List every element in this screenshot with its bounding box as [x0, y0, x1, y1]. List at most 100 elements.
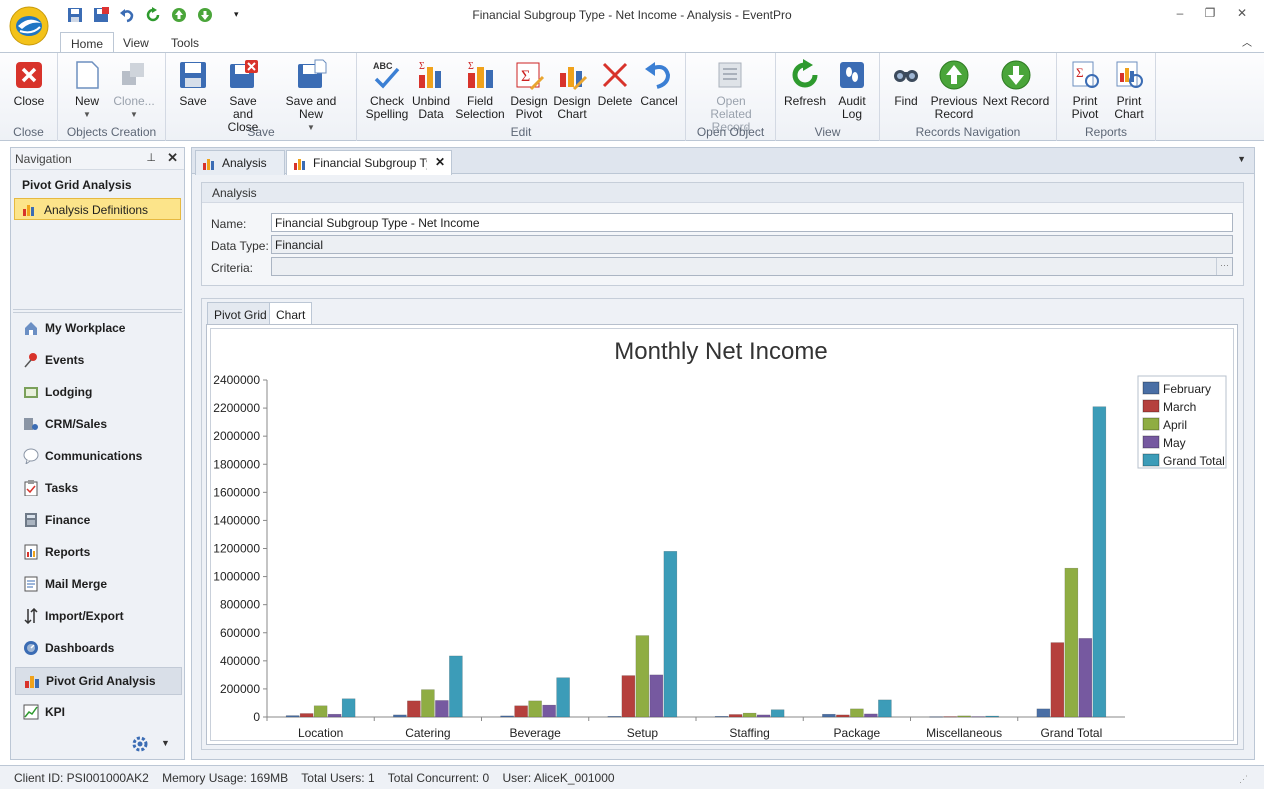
collapse-ribbon-icon[interactable]: ︿	[1242, 34, 1252, 49]
module-reports[interactable]: Reports	[15, 539, 182, 567]
next-record-button[interactable]: Next Record	[982, 57, 1050, 108]
module-lodging[interactable]: Lodging	[15, 379, 182, 407]
module-tasks[interactable]: Tasks	[15, 475, 182, 503]
audit-log-button[interactable]: Audit Log	[832, 57, 872, 121]
ribbon-tab-bar: Home View Tools ︿	[0, 30, 1264, 53]
speech-bubble-icon	[23, 448, 39, 464]
close-window-button[interactable]: ✕	[1232, 6, 1252, 24]
module-label: Events	[45, 353, 85, 367]
field-selection-button[interactable]: Σ Field Selection	[455, 57, 505, 121]
clipboard-icon	[24, 480, 38, 496]
tab-chart[interactable]: Chart	[269, 302, 313, 325]
bar	[607, 716, 622, 718]
group-label-records-navigation: Records Navigation	[915, 125, 1021, 139]
doc-tab-financial-subgroup[interactable]: Financial Subgroup Type ✕	[286, 150, 452, 175]
module-pivot-grid-analysis[interactable]: Pivot Grid Analysis	[15, 667, 182, 695]
group-label-objects-creation: Objects Creation	[66, 125, 157, 139]
unbind-data-button[interactable]: Σ Unbind Data	[411, 57, 451, 121]
pin-icon[interactable]: ⊥	[146, 151, 156, 164]
bar	[435, 700, 449, 718]
ribbon-group-save: Save Save and Close Save and New ▼ Save	[166, 53, 357, 141]
criteria-ellipsis-button[interactable]: ···	[1216, 258, 1232, 275]
design-pivot-icon: Σ	[513, 59, 545, 91]
close-tab-icon[interactable]: ✕	[435, 155, 445, 169]
navigation-pane: Navigation ⊥ ✕ Pivot Grid Analysis Analy…	[10, 147, 185, 760]
module-import-export[interactable]: Import/Export	[15, 603, 182, 631]
bar	[822, 713, 836, 718]
configure-gear-icon[interactable]	[131, 735, 151, 753]
save-and-close-button[interactable]: Save and Close	[218, 57, 268, 134]
view-tabs-container: Pivot Grid Chart Monthly Net Income 0 2000…	[201, 298, 1244, 750]
analysis-chart-icon	[23, 205, 34, 216]
legend-label: May	[1163, 436, 1186, 450]
save-and-new-button[interactable]: Save and New ▼	[274, 57, 348, 134]
module-label: Finance	[45, 513, 91, 527]
bar	[500, 715, 514, 718]
nav-item-analysis-definitions[interactable]: Analysis Definitions	[14, 198, 181, 220]
close-button[interactable]: Close	[8, 57, 50, 108]
resize-grip-icon[interactable]: ⋰	[1239, 774, 1248, 785]
module-label: Mail Merge	[45, 577, 108, 591]
module-events[interactable]: Events	[15, 347, 182, 375]
ribbon-group-close: Close Close	[0, 53, 58, 141]
nav-close-icon[interactable]: ✕	[167, 150, 178, 166]
legend-label: Grand Total	[1163, 454, 1225, 468]
y-tick-label: 2400000	[213, 373, 260, 387]
ribbon-group-objects-creation: New ▼ Clone... ▼ Objects Creation	[58, 53, 166, 141]
nav-splitter[interactable]	[13, 309, 182, 313]
check-spelling-button[interactable]: ABC Check Spelling	[365, 57, 409, 121]
print-chart-button[interactable]: Print Chart	[1109, 57, 1149, 121]
module-crm-sales[interactable]: CRM/Sales	[15, 411, 182, 439]
bar	[663, 551, 678, 718]
tab-tools[interactable]: Tools	[161, 32, 209, 53]
module-kpi[interactable]: KPI	[15, 699, 182, 727]
cancel-button[interactable]: Cancel	[639, 57, 679, 108]
bar	[985, 715, 999, 718]
module-communications[interactable]: Communications	[15, 443, 182, 471]
find-button[interactable]: Find	[888, 57, 924, 108]
data-type-field[interactable]: Financial	[271, 235, 1233, 254]
bar	[957, 715, 971, 718]
tab-list-dropdown-icon[interactable]: ▼	[1237, 154, 1246, 164]
save-button[interactable]: Save	[174, 57, 212, 108]
ribbon-group-view: Refresh Audit Log View	[776, 53, 880, 141]
group-label-view: View	[814, 125, 841, 139]
restore-button[interactable]: ❐	[1200, 6, 1220, 24]
module-finance[interactable]: Finance	[15, 507, 182, 535]
new-button[interactable]: New ▼	[68, 57, 106, 121]
delete-button[interactable]: Delete	[595, 57, 635, 108]
refresh-button[interactable]: Refresh	[784, 57, 826, 108]
unbind-data-icon: Σ	[415, 59, 447, 91]
bar	[929, 716, 943, 718]
doc-tab-label: Financial Subgroup Type	[313, 156, 427, 170]
design-chart-button[interactable]: Design Chart	[553, 57, 591, 121]
y-tick-label: 600000	[220, 626, 260, 640]
ribbon-group-reports: Σ Print Pivot Print Chart Reports	[1057, 53, 1156, 141]
field-selection-icon: Σ	[464, 59, 496, 91]
doc-tab-analysis[interactable]: Analysis	[195, 150, 285, 175]
configure-dropdown-icon[interactable]: ▼	[161, 738, 170, 748]
minimize-button[interactable]: –	[1170, 6, 1190, 24]
clone-button[interactable]: Clone... ▼	[110, 57, 158, 121]
tab-home[interactable]: Home	[60, 32, 115, 53]
module-my-workplace[interactable]: My Workplace	[15, 315, 182, 343]
module-label: CRM/Sales	[45, 417, 108, 431]
bar	[285, 715, 300, 718]
criteria-field[interactable]: ···	[271, 257, 1233, 276]
tab-pivot-grid[interactable]: Pivot Grid	[207, 302, 274, 324]
bar	[756, 714, 771, 718]
design-pivot-button[interactable]: Σ Design Pivot	[509, 57, 549, 121]
delete-icon	[599, 59, 631, 91]
tab-view[interactable]: View	[113, 32, 159, 53]
module-mail-merge[interactable]: Mail Merge	[15, 571, 182, 599]
legend-swatch	[1142, 417, 1160, 431]
name-field[interactable]: Financial Subgroup Type - Net Income	[271, 213, 1233, 232]
module-dashboards[interactable]: Dashboards	[15, 635, 182, 663]
bar	[770, 709, 785, 718]
bar	[621, 675, 636, 718]
open-related-record-button[interactable]: Open Related Record	[694, 57, 768, 134]
print-pivot-button[interactable]: Σ Print Pivot	[1065, 57, 1105, 121]
analysis-group-title: Analysis	[202, 183, 1243, 203]
undo-icon	[643, 59, 675, 91]
previous-record-button[interactable]: Previous Record	[930, 57, 978, 121]
